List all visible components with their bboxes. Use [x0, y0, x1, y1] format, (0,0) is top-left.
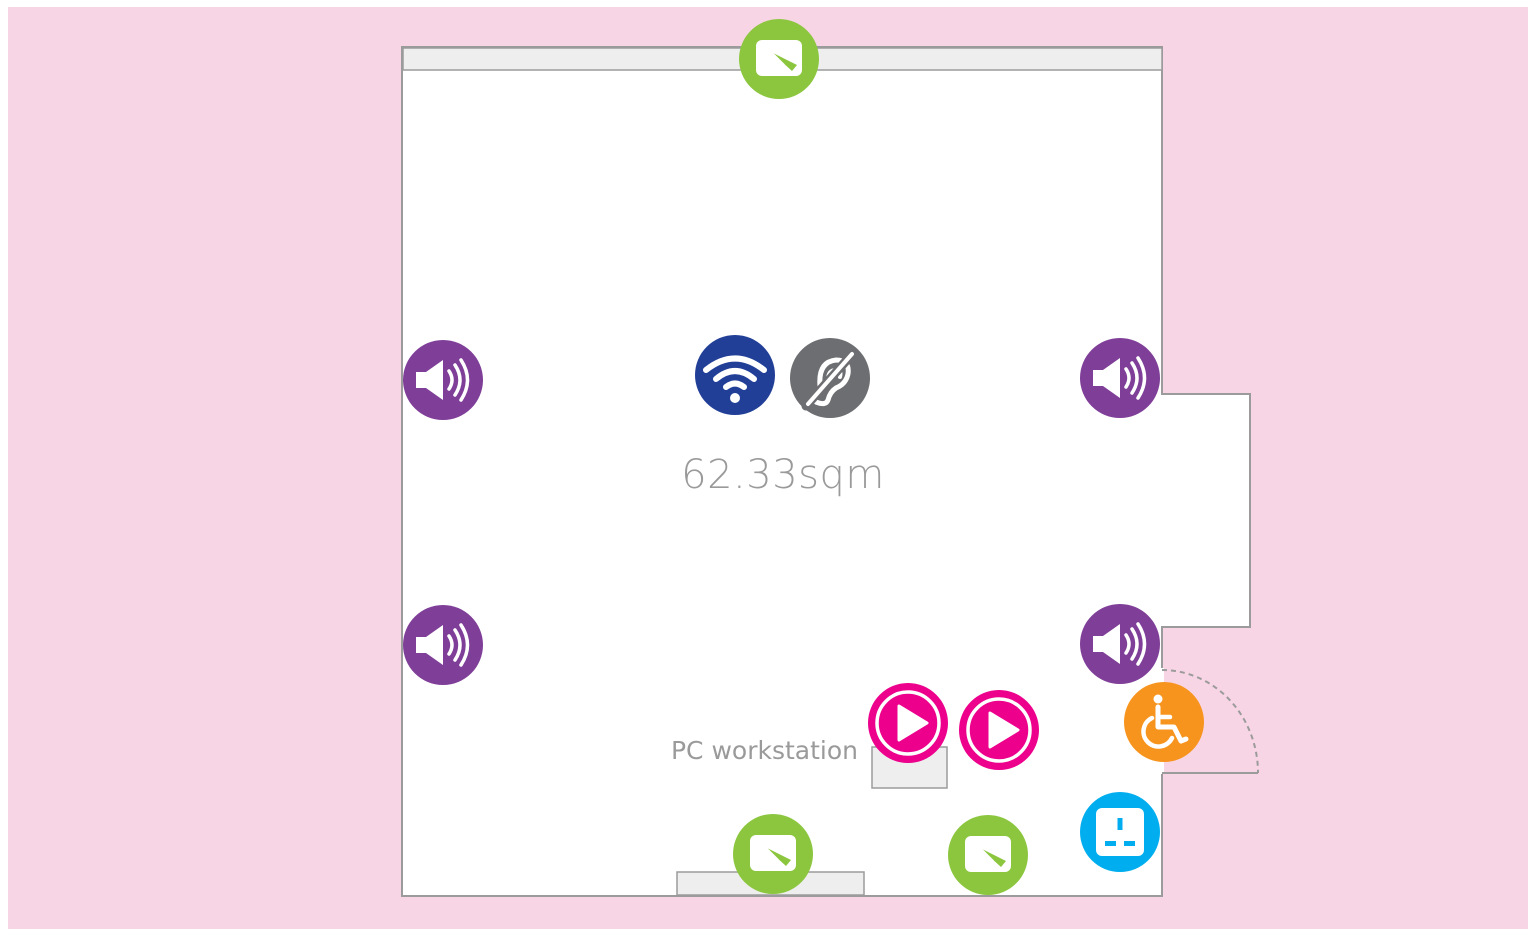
speaker-icon[interactable] [401, 603, 485, 687]
whiteboard-icon[interactable] [947, 814, 1029, 896]
hearing-loop-icon[interactable] [790, 338, 870, 418]
room-area-label: 62.33sqm [681, 452, 885, 498]
speaker-icon[interactable] [1078, 336, 1162, 420]
wheelchair-icon[interactable] [1124, 682, 1204, 762]
play-icon[interactable] [866, 681, 950, 765]
speaker-icon[interactable] [401, 338, 485, 422]
floor-plan: 62.33sqm PC workstation [0, 0, 1528, 929]
pc-workstation-label: PC workstation [670, 736, 858, 765]
power-socket-icon[interactable] [1080, 792, 1160, 872]
whiteboard-icon[interactable] [738, 18, 820, 100]
wifi-icon[interactable] [695, 335, 775, 415]
play-icon[interactable] [957, 688, 1041, 772]
speaker-icon[interactable] [1078, 602, 1162, 686]
whiteboard-icon[interactable] [732, 813, 814, 895]
